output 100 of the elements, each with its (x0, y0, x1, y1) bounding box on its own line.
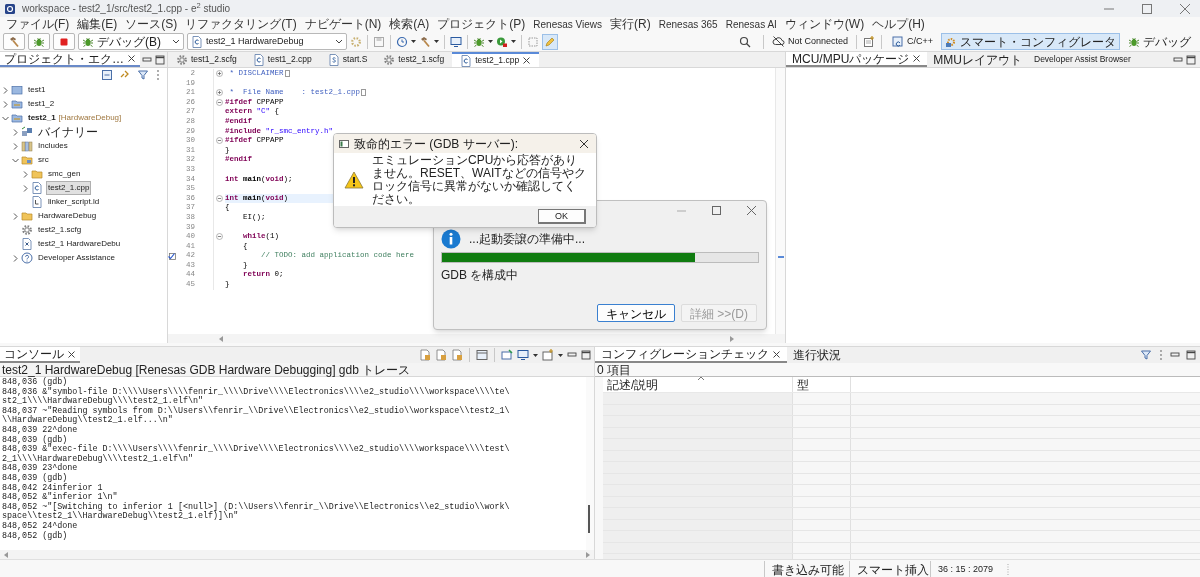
stop-button[interactable] (53, 33, 75, 50)
scrollbar[interactable] (168, 334, 785, 343)
menu-item[interactable]: Renesas 365 (654, 17, 722, 32)
menu-item[interactable]: ファイル(F) (2, 17, 74, 32)
scroll-left-icon[interactable] (218, 334, 224, 343)
ok-button[interactable]: OK (538, 209, 586, 224)
tab[interactable]: Developer Assist Browser (1028, 52, 1137, 67)
menu-item[interactable]: Renesas Views (529, 17, 607, 32)
tree-item[interactable]: test1_2 (26, 97, 57, 111)
connection-button[interactable]: Not Connected (769, 33, 850, 50)
chevron-right-icon[interactable] (11, 253, 20, 263)
tab[interactable]: コンフィグレーションチェック (595, 347, 787, 363)
document-icon[interactable] (435, 349, 447, 361)
chevron-right-icon[interactable] (21, 183, 30, 193)
window-icon[interactable] (476, 349, 488, 361)
close-icon[interactable] (772, 349, 781, 359)
chevron-right-icon[interactable] (11, 211, 20, 221)
maximize-icon[interactable] (155, 54, 165, 65)
history-icon[interactable] (396, 35, 408, 48)
menu-item[interactable]: リファクタリング(T) (181, 17, 301, 32)
menu-item[interactable]: プロジェクト(P) (433, 17, 530, 32)
collapse-all-icon[interactable] (101, 69, 113, 81)
maximize-icon[interactable] (1142, 3, 1152, 14)
search-icon[interactable] (738, 35, 751, 48)
document-icon[interactable] (451, 349, 463, 361)
chevron-right-icon[interactable] (1, 85, 10, 95)
launch-configuration-dropdown[interactable]: test2_1 HardwareDebug (187, 33, 347, 50)
close-icon[interactable] (580, 139, 588, 148)
tab[interactable]: test2_1.cpp (452, 52, 540, 67)
tree-item[interactable]: Developer Assistance (36, 251, 117, 265)
scrollbar[interactable] (0, 550, 594, 559)
caret-icon[interactable] (434, 40, 439, 43)
kebab-icon[interactable] (155, 69, 161, 81)
filter-icon[interactable] (1140, 349, 1152, 361)
close-icon[interactable] (67, 349, 76, 359)
tree-item[interactable]: test2_1 HardwareDebu (36, 237, 123, 251)
scroll-left-icon[interactable] (3, 550, 9, 559)
tree-item[interactable]: test2_1.scfg (36, 223, 84, 237)
tab[interactable]: MMUレイアウト (927, 52, 1028, 67)
menu-item[interactable]: ナビゲート(N) (300, 17, 386, 32)
new-window-icon[interactable] (542, 349, 554, 361)
gear-icon[interactable] (350, 35, 362, 48)
debug-button[interactable] (28, 33, 50, 50)
tree-item[interactable]: バイナリー (36, 122, 100, 142)
document-icon[interactable] (419, 349, 431, 361)
expand-fold-icon[interactable] (216, 70, 223, 78)
minimize-icon[interactable] (1173, 54, 1183, 65)
menu-item[interactable]: 実行(R) (606, 17, 655, 32)
scroll-right-icon[interactable] (585, 550, 591, 559)
perspective-button[interactable]: C/C++ (888, 33, 937, 50)
minimize-icon[interactable] (142, 54, 152, 65)
tab[interactable]: コンソール (0, 347, 80, 363)
close-icon[interactable] (127, 54, 136, 63)
tree-item[interactable]: src (36, 153, 51, 167)
tree-item[interactable]: test1 (26, 83, 48, 97)
kebab-icon[interactable] (1158, 349, 1164, 361)
monitor-icon[interactable] (450, 35, 462, 48)
collapse-fold-icon[interactable] (216, 195, 223, 202)
maximize-icon[interactable] (712, 206, 721, 215)
pencil-toggle[interactable] (542, 33, 558, 50)
minimize-icon[interactable] (1170, 350, 1180, 360)
monitor-icon[interactable] (517, 349, 529, 361)
column-header[interactable]: 記述/説明 (603, 377, 793, 392)
close-icon[interactable] (522, 56, 532, 65)
hammer-icon[interactable] (419, 35, 431, 48)
chevron-right-icon[interactable] (11, 127, 20, 137)
close-icon[interactable] (912, 54, 922, 63)
tree-item[interactable]: test2_1.cpp (46, 181, 92, 195)
launch-mode-dropdown[interactable]: デバッグ(B) (78, 33, 184, 50)
tree-item[interactable]: test2_1 (26, 111, 58, 125)
dialog-button[interactable]: キャンセル (597, 304, 675, 322)
menu-item[interactable]: ウィンドウ(W) (780, 17, 869, 32)
run-icon[interactable] (496, 35, 508, 48)
caret-icon[interactable] (533, 353, 538, 357)
tree-item[interactable]: linker_script.ld (46, 195, 102, 209)
chevron-right-icon[interactable] (1, 99, 10, 109)
tab[interactable]: MCU/MPUパッケージ (786, 52, 928, 67)
collapse-fold-icon[interactable] (216, 137, 223, 145)
chevron-right-icon[interactable] (11, 141, 20, 151)
menu-item[interactable]: 編集(E) (73, 17, 122, 32)
tree-item[interactable]: HardwareDebug (36, 209, 99, 223)
tree-item[interactable]: smc_gen (46, 167, 83, 181)
sort-caret-icon[interactable] (697, 376, 705, 381)
tab[interactable]: 進行状況 (787, 347, 847, 363)
tab[interactable]: test1_2.scfg (168, 52, 245, 67)
caret-icon[interactable] (558, 353, 563, 357)
build-button[interactable] (3, 33, 25, 50)
tab[interactable]: プロジェクト・エク… (0, 52, 140, 67)
minimize-icon[interactable] (567, 350, 577, 360)
tab[interactable]: test1_2.cpp (244, 52, 320, 67)
scrollbar[interactable] (586, 377, 594, 550)
perspective-button[interactable]: スマート・コンフィグレータ (941, 33, 1120, 50)
tab[interactable]: start.S (319, 52, 376, 67)
close-icon[interactable] (747, 206, 756, 215)
tab[interactable]: test2_1.scfg (375, 52, 453, 67)
column-header[interactable]: 型 (793, 377, 851, 392)
menu-item[interactable]: Renesas AI (721, 17, 781, 32)
maximize-icon[interactable] (581, 350, 591, 360)
chevron-right-icon[interactable] (21, 169, 30, 179)
scroll-right-icon[interactable] (729, 334, 735, 343)
